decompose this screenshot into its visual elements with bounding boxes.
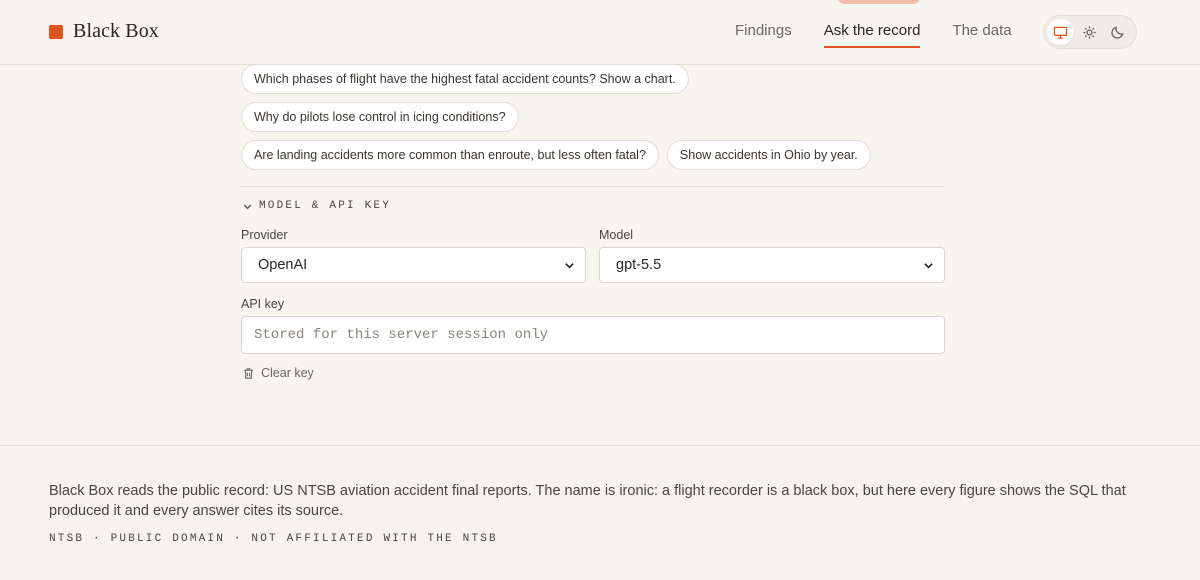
chevron-down-icon: [924, 263, 933, 269]
section-title: MODEL & API KEY: [259, 200, 392, 212]
suggested-questions: Which phases of flight have the highest …: [241, 64, 945, 178]
brand[interactable]: Black Box: [49, 20, 159, 43]
main-nav: Findings Ask the record The data: [735, 22, 1044, 48]
provider-value: OpenAI: [258, 257, 308, 273]
clear-key-button[interactable]: Clear key: [242, 366, 314, 380]
model-value: gpt-5.5: [616, 257, 662, 273]
provider-select[interactable]: OpenAI: [241, 247, 586, 283]
suggestion-chip[interactable]: Which phases of flight have the highest …: [241, 64, 689, 94]
trash-icon: [243, 367, 254, 379]
site-footer: Black Box reads the public record: US NT…: [0, 445, 1200, 580]
brand-name: Black Box: [73, 20, 159, 42]
scrolled-content-peek: [838, 0, 920, 4]
clear-key-label: Clear key: [261, 366, 314, 380]
theme-light-button[interactable]: [1076, 19, 1103, 45]
theme-system-button[interactable]: [1047, 19, 1074, 45]
brand-logo-icon: [49, 24, 63, 39]
monitor-icon: [1053, 26, 1068, 39]
nav-ask-the-record[interactable]: Ask the record: [823, 22, 920, 48]
suggestion-chip[interactable]: Show accidents in Ohio by year.: [666, 140, 871, 170]
suggestion-chip[interactable]: Are landing accidents more common than e…: [241, 140, 659, 170]
model-settings-toggle[interactable]: MODEL & API KEY: [242, 200, 391, 212]
api-key-input[interactable]: [241, 316, 945, 354]
nav-findings[interactable]: Findings: [735, 22, 792, 48]
model-label: Model: [599, 228, 634, 242]
theme-toggle: [1043, 15, 1137, 49]
chevron-down-icon: [565, 263, 574, 269]
suggestion-chip[interactable]: Why do pilots lose control in icing cond…: [241, 102, 519, 132]
nav-the-data[interactable]: The data: [952, 22, 1011, 48]
footer-meta: NTSB · PUBLIC DOMAIN · NOT AFFILIATED WI…: [49, 533, 498, 545]
provider-label: Provider: [241, 228, 288, 242]
moon-icon: [1111, 26, 1124, 39]
site-header: Black Box Findings Ask the record The da…: [0, 0, 1200, 65]
footer-description: Black Box reads the public record: US NT…: [49, 483, 1126, 519]
chevron-down-icon: [243, 204, 252, 209]
sun-icon: [1082, 25, 1096, 39]
api-key-label: API key: [241, 297, 285, 311]
theme-dark-button[interactable]: [1104, 19, 1131, 45]
model-select[interactable]: gpt-5.5: [599, 247, 945, 283]
section-divider: [241, 186, 945, 187]
